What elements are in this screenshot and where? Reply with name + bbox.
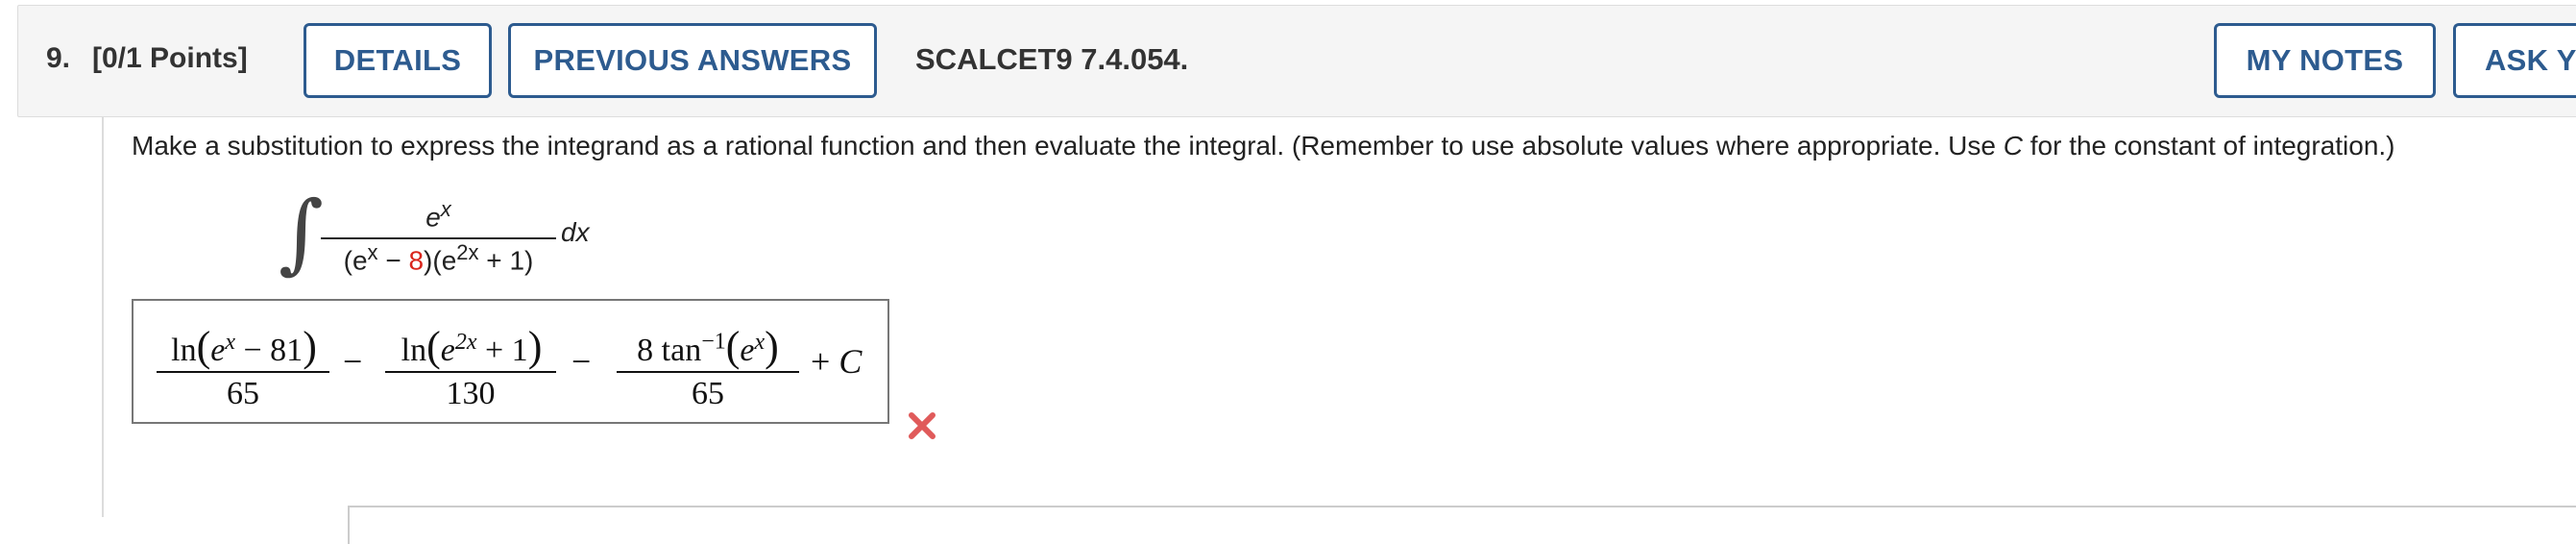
- integral-sign: ∫: [279, 183, 324, 284]
- show-work-area: [348, 506, 2576, 544]
- question-body-border: [102, 117, 104, 517]
- integrand-denominator: (ex − 8)(e2x + 1): [343, 240, 534, 276]
- question-number: 9.: [46, 42, 71, 74]
- integrand-numerator: ex: [425, 197, 451, 233]
- question-points: [0/1 Points]: [92, 42, 248, 74]
- question-prompt: Make a substitution to express the integ…: [132, 131, 2395, 161]
- ask-your-teacher-button[interactable]: ASK YO: [2453, 23, 2576, 98]
- answer-minus-2: −: [571, 342, 592, 381]
- integrand-fraction-bar: [321, 237, 556, 239]
- my-notes-button[interactable]: MY NOTES: [2214, 23, 2436, 98]
- previous-answers-button[interactable]: PREVIOUS ANSWERS: [508, 23, 877, 98]
- answer-field[interactable]: ln(ex − 81) 65 − ln(e2x + 1) 130 − 8 tan…: [132, 299, 889, 424]
- highlighted-constant: 8: [408, 245, 425, 276]
- wrong-x-icon: [909, 412, 936, 439]
- answer-plus-c: + C: [811, 342, 863, 381]
- integrand-dx: dx: [561, 217, 590, 247]
- details-button[interactable]: DETAILS: [304, 23, 492, 98]
- answer-minus-1: −: [343, 342, 363, 381]
- question-id: SCALCET9 7.4.054.: [915, 42, 1189, 76]
